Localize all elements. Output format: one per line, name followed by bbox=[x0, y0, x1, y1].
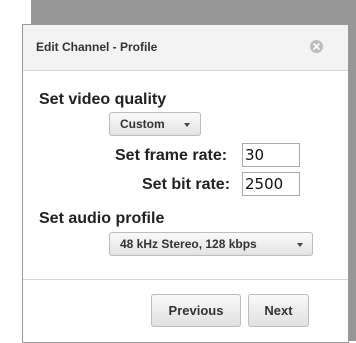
dialog-title: Edit Channel - Profile bbox=[36, 40, 158, 54]
bit-rate-label: Set bit rate: bbox=[142, 176, 231, 193]
edit-channel-dialog: Edit Channel - Profile Set video quality… bbox=[22, 24, 349, 343]
frame-rate-input[interactable] bbox=[242, 143, 300, 167]
video-quality-select[interactable]: Custom bbox=[109, 112, 201, 136]
chevron-down-icon bbox=[297, 243, 303, 247]
frame-rate-label: Set frame rate: bbox=[115, 147, 228, 164]
close-button[interactable] bbox=[310, 40, 323, 53]
footer-divider bbox=[23, 279, 348, 280]
bit-rate-input[interactable] bbox=[242, 172, 300, 196]
audio-profile-select[interactable]: 48 kHz Stereo, 128 kbps bbox=[109, 232, 313, 256]
close-icon bbox=[313, 43, 320, 50]
next-button[interactable]: Next bbox=[248, 294, 309, 327]
audio-profile-heading: Set audio profile bbox=[39, 210, 165, 227]
video-quality-heading: Set video quality bbox=[39, 91, 167, 108]
previous-button[interactable]: Previous bbox=[151, 294, 241, 327]
dialog-titlebar: Edit Channel - Profile bbox=[23, 25, 348, 71]
video-quality-selected: Custom bbox=[120, 117, 165, 131]
chevron-down-icon bbox=[184, 123, 190, 127]
audio-profile-selected: 48 kHz Stereo, 128 kbps bbox=[120, 237, 257, 251]
